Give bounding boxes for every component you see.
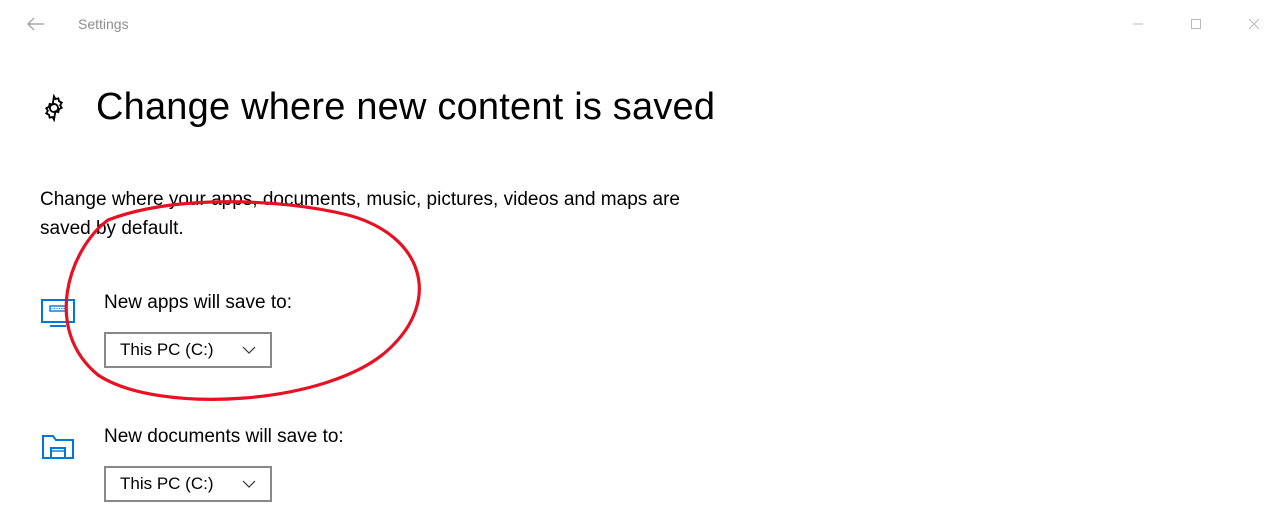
back-arrow-icon <box>26 16 46 32</box>
setting-documents: New documents will save to: This PC (C:) <box>40 426 1243 502</box>
close-button[interactable] <box>1225 4 1283 44</box>
apps-location-dropdown[interactable]: This PC (C:) <box>104 332 272 368</box>
documents-location-dropdown[interactable]: This PC (C:) <box>104 466 272 502</box>
close-icon <box>1248 18 1260 30</box>
minimize-button[interactable] <box>1109 4 1167 44</box>
setting-apps: New apps will save to: This PC (C:) <box>40 292 1243 368</box>
app-title: Settings <box>78 16 129 32</box>
titlebar: Settings <box>0 0 1283 48</box>
page-title: Change where new content is saved <box>96 86 715 129</box>
setting-apps-label: New apps will save to: <box>104 292 292 314</box>
titlebar-left: Settings <box>18 6 129 42</box>
page-description: Change where your apps, documents, music… <box>40 185 720 244</box>
page-header: Change where new content is saved <box>40 86 1243 129</box>
monitor-icon <box>40 294 76 330</box>
window-controls <box>1109 4 1283 44</box>
chevron-down-icon <box>242 479 256 489</box>
apps-location-value: This PC (C:) <box>120 340 214 360</box>
back-button[interactable] <box>18 6 54 42</box>
folder-icon <box>40 428 76 464</box>
maximize-button[interactable] <box>1167 4 1225 44</box>
minimize-icon <box>1132 18 1144 30</box>
content-area: Change where new content is saved Change… <box>0 48 1283 502</box>
setting-apps-body: New apps will save to: This PC (C:) <box>104 292 292 368</box>
documents-location-value: This PC (C:) <box>120 474 214 494</box>
maximize-icon <box>1190 18 1202 30</box>
gear-icon <box>40 94 68 122</box>
setting-documents-label: New documents will save to: <box>104 426 344 448</box>
setting-documents-body: New documents will save to: This PC (C:) <box>104 426 344 502</box>
chevron-down-icon <box>242 345 256 355</box>
